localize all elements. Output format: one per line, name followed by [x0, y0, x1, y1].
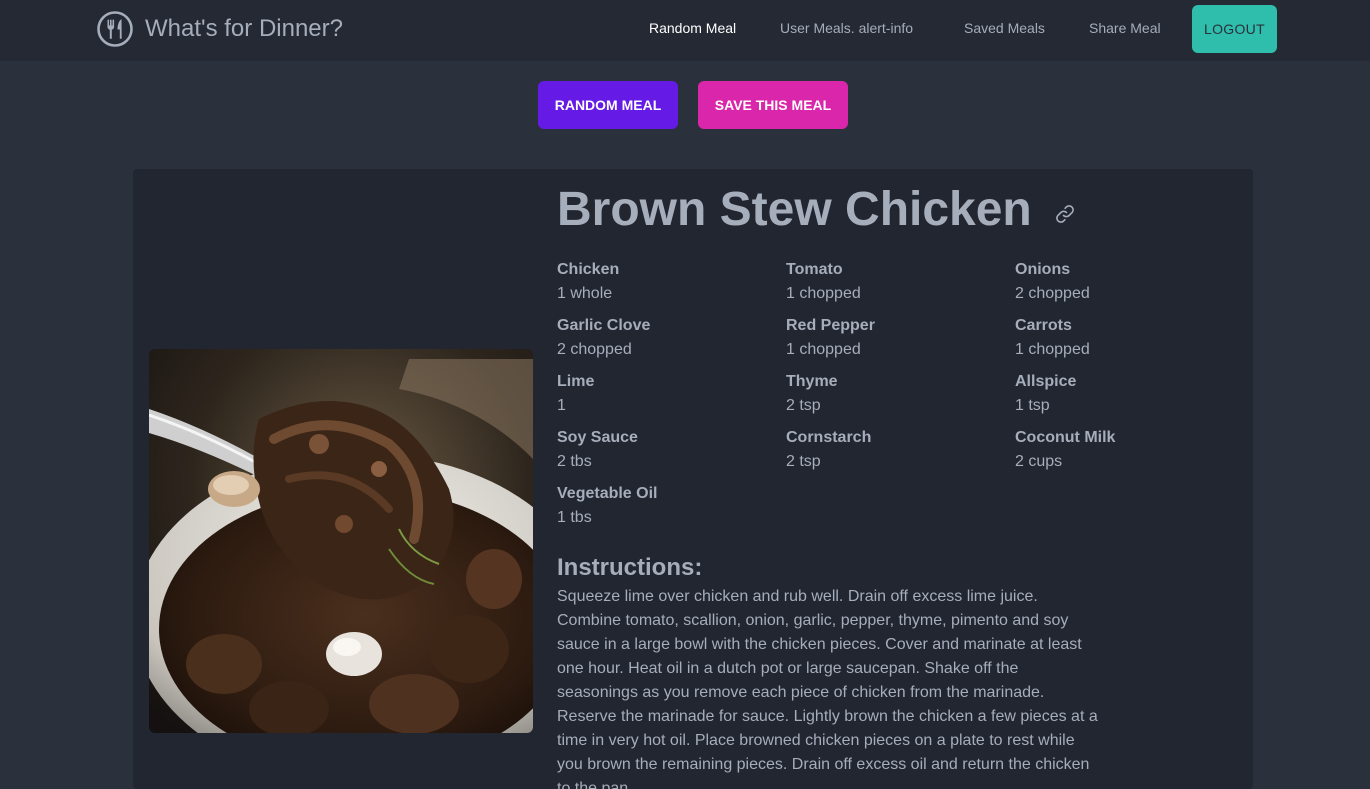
ingredient-measure: 2 tbs [557, 453, 592, 470]
ingredient-measure: 1 whole [557, 285, 613, 302]
brand[interactable]: What's for Dinner? [96, 10, 343, 48]
ingredient-item: Chicken 1 whole [557, 258, 786, 314]
ingredient-item: Soy Sauce 2 tbs [557, 426, 786, 482]
ingredient-item: Allspice 1 tsp [1015, 370, 1244, 426]
link-icon[interactable] [1053, 202, 1077, 226]
navbar: What's for Dinner? Random Meal User Meal… [0, 0, 1370, 61]
ingredient-name: Cornstarch [786, 429, 872, 446]
nav-link-saved-meals[interactable]: Saved Meals [964, 18, 1045, 38]
save-meal-button[interactable]: SAVE THIS MEAL [698, 81, 848, 129]
ingredient-measure: 2 tsp [786, 453, 821, 470]
ingredient-item: Onions 2 chopped [1015, 258, 1244, 314]
fork-knife-logo-icon [97, 11, 133, 47]
ingredient-item: Thyme 2 tsp [786, 370, 1015, 426]
ingredient-measure: 1 tsp [1015, 397, 1050, 414]
brown-stew-chicken-photo [149, 349, 533, 733]
ingredient-name: Lime [557, 373, 595, 390]
ingredient-measure: 1 [557, 397, 566, 414]
ingredient-measure: 2 tsp [786, 397, 821, 414]
ingredient-item: Vegetable Oil 1 tbs [557, 482, 786, 538]
ingredient-measure: 2 cups [1015, 453, 1063, 470]
meal-title: Brown Stew Chicken [557, 183, 1032, 236]
nav-link-user-meals[interactable]: User Meals. alert-info [780, 18, 913, 38]
ingredient-name: Coconut Milk [1015, 429, 1116, 446]
instructions-heading: Instructions: [557, 554, 703, 581]
meal-card: Brown Stew Chicken Chicken 1 whole Tomato… [133, 169, 1253, 789]
ingredient-name: Tomato [786, 261, 843, 278]
ingredient-name: Garlic Clove [557, 317, 651, 334]
ingredient-measure: 2 chopped [1015, 285, 1090, 302]
nav-link-random-meal[interactable]: Random Meal [649, 18, 736, 38]
random-meal-button[interactable]: RANDOM MEAL [538, 81, 678, 129]
ingredient-measure: 1 tbs [557, 509, 592, 526]
ingredient-item: Red Pepper 1 chopped [786, 314, 1015, 370]
brand-title: What's for Dinner? [145, 15, 343, 42]
ingredient-measure: 1 chopped [786, 285, 861, 302]
ingredient-measure: 2 chopped [557, 341, 632, 358]
ingredient-name: Chicken [557, 261, 620, 278]
ingredient-name: Soy Sauce [557, 429, 638, 446]
ingredients-grid: Chicken 1 whole Tomato 1 chopped Onions 2 c… [557, 258, 1253, 538]
ingredient-name: Onions [1015, 261, 1071, 278]
logout-button[interactable]: LOGOUT [1192, 5, 1277, 53]
ingredient-item: Tomato 1 chopped [786, 258, 1015, 314]
ingredient-measure: 1 chopped [786, 341, 861, 358]
ingredient-name: Vegetable Oil [557, 485, 658, 502]
ingredient-item: Coconut Milk 2 cups [1015, 426, 1244, 482]
instructions-text: Squeeze lime over chicken and rub well. … [557, 588, 1098, 789]
ingredient-name: Carrots [1015, 317, 1072, 334]
ingredient-item: Lime 1 [557, 370, 786, 426]
nav-link-share-meal[interactable]: Share Meal [1089, 18, 1161, 38]
ingredient-measure: 1 chopped [1015, 341, 1090, 358]
ingredient-item: Carrots 1 chopped [1015, 314, 1244, 370]
ingredient-name: Allspice [1015, 373, 1077, 390]
meal-image [149, 349, 533, 733]
ingredient-item: Cornstarch 2 tsp [786, 426, 1015, 482]
ingredient-name: Thyme [786, 373, 838, 390]
ingredient-item: Garlic Clove 2 chopped [557, 314, 786, 370]
ingredient-name: Red Pepper [786, 317, 875, 334]
